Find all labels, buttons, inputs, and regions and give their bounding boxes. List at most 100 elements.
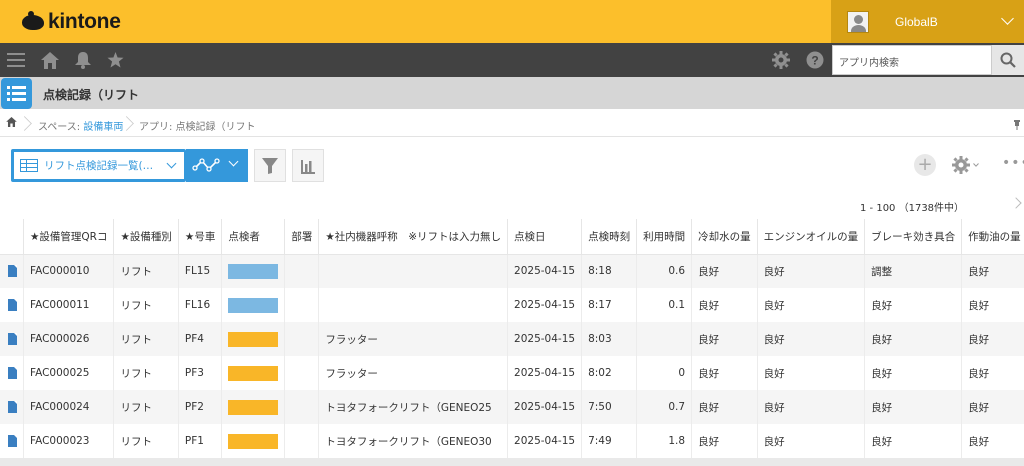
filter-button[interactable] xyxy=(254,149,286,182)
cell-date: 2025-04-15 xyxy=(507,424,583,458)
breadcrumb-app[interactable]: アプリ: 点検記録（リフト xyxy=(139,118,256,133)
cell-qr: FAC000023 xyxy=(23,424,115,458)
cell-dept xyxy=(284,424,320,458)
table-row[interactable]: FAC000024 リフト PF2 トヨタフォークリフト（GENEO25 202… xyxy=(0,390,1024,424)
inspector-swatch xyxy=(228,263,279,279)
cell-name: フラッター xyxy=(318,322,509,356)
cell-coolant: 良好 xyxy=(691,424,758,458)
top-header: kintone GlobalB xyxy=(0,0,1024,43)
app-settings-button[interactable] xyxy=(952,155,984,175)
inspector-swatch xyxy=(228,331,279,347)
cell-hours: 0.6 xyxy=(636,254,693,288)
table-row[interactable]: FAC000011 リフト FL16 2025-04-15 8:17 0.1 良… xyxy=(0,288,1024,322)
menu-icon[interactable] xyxy=(7,51,25,69)
cell-name: フラッター xyxy=(318,356,509,390)
document-icon xyxy=(8,299,17,311)
column-header[interactable]: ブレーキ効き具合 xyxy=(864,219,963,255)
column-header[interactable]: ★設備管理QRコ xyxy=(23,219,115,255)
cell-time: 8:02 xyxy=(581,356,638,390)
cell-coolant: 良好 xyxy=(691,390,758,424)
horizontal-scrollbar[interactable] xyxy=(0,458,1024,466)
graph-select-button[interactable] xyxy=(186,149,248,182)
table-row[interactable]: FAC000010 リフト FL15 2025-04-15 8:18 0.6 良… xyxy=(0,254,1024,288)
column-header[interactable]: 利用時間 xyxy=(636,219,693,255)
home-icon[interactable] xyxy=(41,51,59,69)
cell-time: 8:17 xyxy=(581,288,638,322)
column-header[interactable]: ★号車 xyxy=(178,219,223,255)
pin-icon[interactable] xyxy=(1014,115,1020,130)
cell-type: リフト xyxy=(113,424,179,458)
cell-time: 8:18 xyxy=(581,254,638,288)
kintone-logo[interactable]: kintone xyxy=(22,10,121,34)
document-icon xyxy=(8,367,17,379)
record-detail-link[interactable] xyxy=(0,356,24,390)
add-record-button[interactable]: + xyxy=(914,154,936,176)
breadcrumb-space-link[interactable]: 設備車両 xyxy=(83,122,123,133)
search-button[interactable] xyxy=(992,45,1024,75)
star-icon[interactable] xyxy=(106,51,124,69)
column-header[interactable]: 作動油の量 xyxy=(961,219,1024,255)
user-menu[interactable]: GlobalB xyxy=(831,0,1024,43)
gear-icon[interactable] xyxy=(772,51,790,69)
next-page-icon[interactable] xyxy=(1010,197,1022,209)
cell-hydraulic: 良好 xyxy=(961,424,1024,458)
cell-hydraulic: 良好 xyxy=(961,322,1024,356)
cell-qr: FAC000011 xyxy=(23,288,115,322)
cell-oil: 良好 xyxy=(757,390,866,424)
table-header-row: ★設備管理QRコ ★設備種別 ★号車 点検者 部署 ★社内機器呼称 ※リフトは入… xyxy=(0,219,1024,255)
record-detail-link[interactable] xyxy=(0,288,24,322)
more-options-icon[interactable]: ••• xyxy=(1002,155,1024,175)
column-header[interactable]: ★社内機器呼称 ※リフトは入力無し xyxy=(318,219,509,255)
user-name: GlobalB xyxy=(895,14,938,29)
column-header[interactable]: 部署 xyxy=(284,219,320,255)
cell-dept xyxy=(284,322,320,356)
cell-qr: FAC000024 xyxy=(23,390,115,424)
column-header[interactable]: 点検時刻 xyxy=(581,219,638,255)
document-icon xyxy=(8,333,17,345)
view-select-inner[interactable]: リフト点検記録一覧(… xyxy=(14,152,184,179)
inspector-swatch xyxy=(228,399,279,415)
column-header[interactable]: ★設備種別 xyxy=(113,219,179,255)
cell-hours xyxy=(636,322,693,356)
table-row[interactable]: FAC000023 リフト PF1 トヨタフォークリフト（GENEO30 202… xyxy=(0,424,1024,458)
svg-text:?: ? xyxy=(811,54,818,68)
table-row[interactable]: FAC000026 リフト PF4 フラッター 2025-04-15 8:03 … xyxy=(0,322,1024,356)
column-header[interactable]: エンジンオイルの量 xyxy=(757,219,866,255)
cell-car: PF3 xyxy=(178,356,223,390)
app-list-icon[interactable] xyxy=(1,78,32,109)
graph-icon xyxy=(192,158,220,172)
cell-name xyxy=(318,254,509,288)
cell-brake: 良好 xyxy=(864,288,963,322)
records-table: ★設備管理QRコ ★設備種別 ★号車 点検者 部署 ★社内機器呼称 ※リフトは入… xyxy=(0,219,1024,458)
app-search-input[interactable]: アプリ内検索 xyxy=(832,45,992,75)
cell-inspector xyxy=(221,288,286,322)
record-detail-link[interactable] xyxy=(0,254,24,288)
cell-car: FL16 xyxy=(178,288,223,322)
inspector-swatch xyxy=(228,297,279,313)
search-icon xyxy=(1000,52,1016,68)
cell-car: FL15 xyxy=(178,254,223,288)
cell-hours: 0 xyxy=(636,356,693,390)
help-icon[interactable]: ? xyxy=(806,51,824,69)
column-header[interactable]: 点検日 xyxy=(507,219,583,255)
cell-dept xyxy=(284,254,320,288)
cell-coolant: 良好 xyxy=(691,254,758,288)
app-header xyxy=(0,77,1024,109)
cell-type: リフト xyxy=(113,390,179,424)
cell-time: 7:49 xyxy=(581,424,638,458)
column-header[interactable]: 冷却水の量 xyxy=(691,219,758,255)
column-header[interactable]: 点検者 xyxy=(221,219,286,255)
record-detail-link[interactable] xyxy=(0,322,24,356)
cell-time: 8:03 xyxy=(581,322,638,356)
cell-inspector xyxy=(221,356,286,390)
bell-icon[interactable] xyxy=(74,51,92,69)
graph-button[interactable] xyxy=(292,149,324,182)
record-detail-link[interactable] xyxy=(0,424,24,458)
cell-qr: FAC000026 xyxy=(23,322,115,356)
record-detail-link[interactable] xyxy=(0,390,24,424)
cell-inspector xyxy=(221,424,286,458)
home-icon[interactable] xyxy=(6,117,17,130)
cell-qr: FAC000025 xyxy=(23,356,115,390)
table-row[interactable]: FAC000025 リフト PF3 フラッター 2025-04-15 8:02 … xyxy=(0,356,1024,390)
inspector-swatch xyxy=(228,365,279,381)
